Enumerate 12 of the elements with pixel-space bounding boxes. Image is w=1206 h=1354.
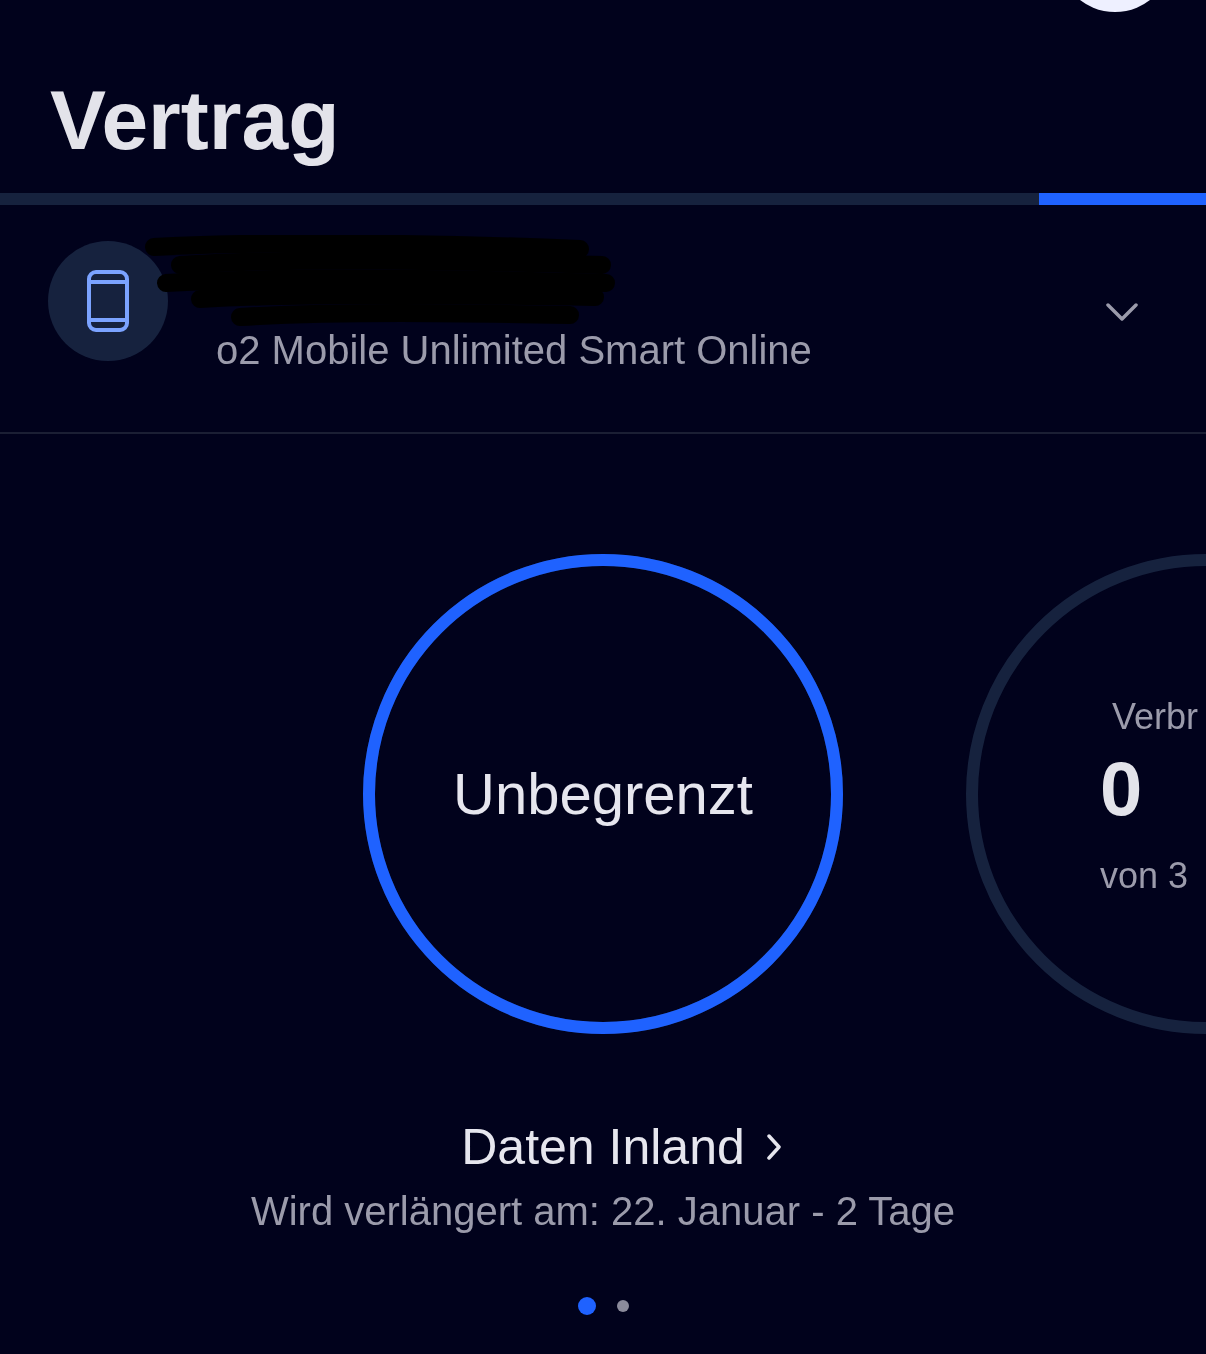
usage-limit: von 3 <box>1100 854 1189 897</box>
renewal-date-text: Wird verlängert am: 22. Januar - 2 Tage <box>250 1188 955 1235</box>
profile-avatar[interactable] <box>1080 0 1150 12</box>
plan-name: o2 Mobile Unlimited Smart Online <box>216 327 812 374</box>
usage-label: Verbr <box>1112 695 1199 738</box>
page-dot[interactable] <box>616 1300 629 1312</box>
chevron-down-icon[interactable] <box>1106 303 1138 321</box>
usage-title-link[interactable]: Daten Inland <box>461 1117 745 1177</box>
usage-value: Unbegrenzt <box>453 760 753 828</box>
page-dot[interactable] <box>577 1297 596 1315</box>
usage-value: 0 <box>1100 751 1143 827</box>
chevron-right-icon[interactable] <box>766 1134 781 1160</box>
